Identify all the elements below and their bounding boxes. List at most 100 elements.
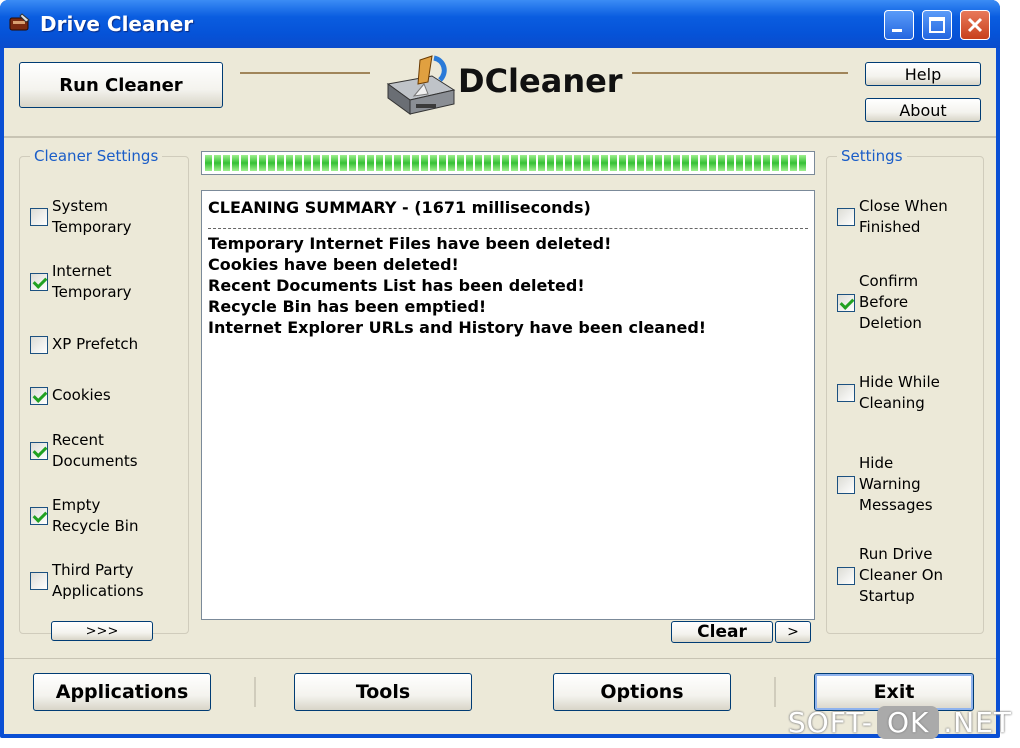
maximize-button[interactable]	[922, 10, 952, 40]
watermark-right: .NET	[943, 705, 1012, 739]
progress-block	[583, 155, 590, 171]
progress-block	[232, 155, 239, 171]
help-button[interactable]: Help	[865, 62, 981, 86]
cleaner-setting-checkbox-row[interactable]: Third Party Applications	[30, 560, 144, 602]
more-options-button[interactable]: >>>	[51, 621, 153, 641]
cleaner-setting-checkbox-label: Internet Temporary	[52, 262, 132, 301]
progress-block	[628, 155, 635, 171]
window-title: Drive Cleaner	[40, 12, 194, 36]
setting-checkbox[interactable]	[837, 566, 855, 585]
cleaner-setting-checkbox-label: System Temporary	[52, 197, 132, 236]
progress-block	[223, 155, 230, 171]
setting-checkbox-row[interactable]: Hide Warning Messages	[837, 453, 933, 516]
log-heading: CLEANING SUMMARY - (1671 milliseconds)	[208, 198, 591, 217]
header: Run Cleaner DCleaner Help About	[4, 48, 996, 138]
clear-button[interactable]: Clear	[671, 621, 773, 643]
drive-broom-logo-icon	[386, 55, 456, 115]
progress-block	[295, 155, 302, 171]
options-button[interactable]: Options	[553, 673, 731, 711]
progress-block	[403, 155, 410, 171]
run-cleaner-button[interactable]: Run Cleaner	[19, 62, 223, 108]
tools-button[interactable]: Tools	[294, 673, 472, 711]
setting-checkbox-row[interactable]: Confirm Before Deletion	[837, 271, 922, 334]
close-button[interactable]	[960, 10, 990, 40]
minimize-button[interactable]	[884, 10, 914, 40]
setting-checkbox-row[interactable]: Run Drive Cleaner On Startup	[837, 544, 943, 607]
cleaner-setting-checkbox[interactable]	[30, 442, 48, 460]
app-icon	[9, 13, 30, 31]
progress-block	[304, 155, 311, 171]
progress-block	[394, 155, 401, 171]
progress-block	[502, 155, 509, 171]
progress-block	[430, 155, 437, 171]
progress-block	[277, 155, 284, 171]
progress-block	[286, 155, 293, 171]
progress-block	[268, 155, 275, 171]
cleaner-setting-checkbox-row[interactable]: Cookies	[30, 385, 111, 406]
progress-block	[385, 155, 392, 171]
log-line: Recycle Bin has been emptied!	[208, 297, 487, 316]
progress-block	[574, 155, 581, 171]
maximize-icon	[929, 17, 945, 33]
log-line: Internet Explorer URLs and History have …	[208, 318, 707, 337]
cleaner-setting-checkbox-row[interactable]: Recent Documents	[30, 430, 138, 472]
setting-checkbox-label: Hide Warning Messages	[859, 454, 933, 514]
cleaner-setting-checkbox[interactable]	[30, 273, 48, 291]
cleaner-setting-checkbox[interactable]	[30, 572, 48, 590]
progress-block	[682, 155, 689, 171]
progress-block	[241, 155, 248, 171]
progress-bar	[201, 151, 815, 175]
cleaner-setting-checkbox[interactable]	[30, 507, 48, 525]
title-bar[interactable]: Drive Cleaner	[0, 0, 1000, 48]
watermark-middle: OK	[876, 705, 940, 739]
setting-checkbox[interactable]	[837, 475, 855, 494]
progress-block	[655, 155, 662, 171]
footer-separator	[774, 677, 776, 707]
setting-checkbox[interactable]	[837, 384, 855, 402]
progress-block	[367, 155, 374, 171]
setting-checkbox-row[interactable]: Hide While Cleaning	[837, 372, 940, 414]
cleaner-setting-checkbox[interactable]	[30, 335, 48, 354]
progress-block	[205, 155, 212, 171]
cleaner-setting-checkbox[interactable]	[30, 386, 48, 405]
progress-block	[664, 155, 671, 171]
log-separator	[208, 228, 808, 229]
progress-block	[214, 155, 221, 171]
progress-block	[592, 155, 599, 171]
progress-block	[520, 155, 527, 171]
progress-block	[772, 155, 779, 171]
cleaning-log[interactable]: CLEANING SUMMARY - (1671 milliseconds) T…	[201, 190, 815, 620]
next-button[interactable]: >	[775, 621, 811, 643]
progress-block	[439, 155, 446, 171]
progress-block	[358, 155, 365, 171]
cleaner-setting-checkbox-label: XP Prefetch	[52, 335, 139, 353]
log-line: Temporary Internet Files have been delet…	[208, 234, 612, 253]
header-divider	[4, 136, 996, 138]
log-line: Cookies have been deleted!	[208, 255, 459, 274]
applications-button[interactable]: Applications	[33, 673, 211, 711]
progress-block	[691, 155, 698, 171]
footer-separator	[254, 677, 256, 707]
cleaner-setting-checkbox-row[interactable]: System Temporary	[30, 196, 132, 238]
cleaner-settings-title: Cleaner Settings	[30, 147, 163, 165]
progress-block	[565, 155, 572, 171]
setting-checkbox-row[interactable]: Close When Finished	[837, 196, 948, 238]
cleaner-setting-checkbox-row[interactable]: Internet Temporary	[30, 261, 132, 303]
watermark: SOFT- OK .NET	[788, 704, 1012, 740]
setting-checkbox[interactable]	[837, 293, 855, 312]
cleaner-setting-checkbox-row[interactable]: XP Prefetch	[30, 334, 138, 355]
progress-block	[727, 155, 734, 171]
setting-checkbox-label: Run Drive Cleaner On Startup	[859, 545, 944, 605]
cleaner-setting-checkbox-row[interactable]: Empty Recycle Bin	[30, 495, 138, 537]
progress-block	[511, 155, 518, 171]
about-button[interactable]: About	[865, 98, 981, 122]
progress-block	[331, 155, 338, 171]
progress-block	[718, 155, 725, 171]
minimize-icon	[892, 29, 902, 32]
progress-block	[538, 155, 545, 171]
settings-title: Settings	[837, 147, 907, 165]
cleaner-setting-checkbox[interactable]	[30, 208, 48, 226]
progress-block	[484, 155, 491, 171]
log-line: Recent Documents List has been deleted!	[208, 276, 585, 295]
setting-checkbox[interactable]	[837, 208, 855, 226]
